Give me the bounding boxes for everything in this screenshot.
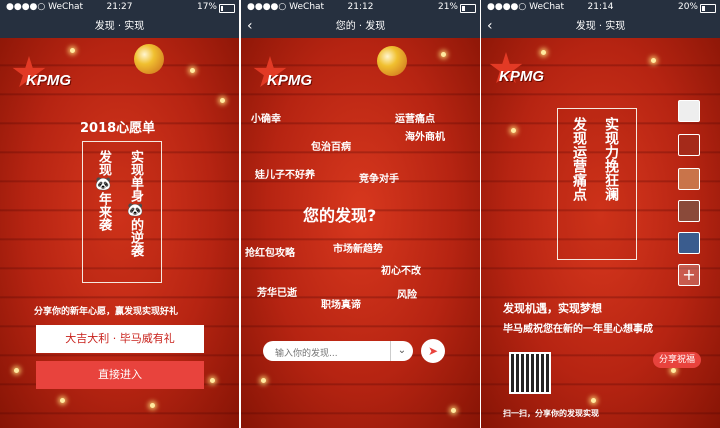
- light-icon: [70, 48, 75, 53]
- back-icon[interactable]: ‹: [487, 16, 493, 36]
- light-icon: [651, 58, 656, 63]
- phone-screen-result: ●●●●○ WeChat 21:14 20% ‹ 发现 · 实现 KPMG 实现…: [481, 0, 720, 428]
- nav-bar: 发现 · 实现: [0, 16, 239, 38]
- page-canvas: KPMG 2018心愿单 实现单身🐼的逆袭 发现🐼年来袭 分享你的新年心愿，赢发…: [0, 38, 239, 428]
- wish-input[interactable]: 大吉大利 · 毕马威有礼: [36, 325, 204, 353]
- battery-icon: [219, 4, 235, 13]
- battery-percent: 21%: [437, 2, 458, 12]
- greeting-line1: 发现机遇，实现梦想: [503, 302, 602, 315]
- enter-button[interactable]: 直接进入: [36, 361, 204, 389]
- phone-screen-discoveries: ●●●●○ WeChat 21:12 21% ‹ 您的 · 发现 KPMG 小确…: [241, 0, 480, 428]
- light-icon: [261, 378, 266, 383]
- ornament-icon: [377, 46, 407, 76]
- qr-caption: 扫一扫，分享你的发现实现: [503, 409, 599, 418]
- share-button[interactable]: 分享祝福: [653, 352, 701, 368]
- nav-bar: ‹ 您的 · 发现: [241, 16, 480, 38]
- page-title: 2018心愿单: [80, 121, 156, 136]
- thumbnail-item[interactable]: [678, 168, 700, 190]
- tag-item[interactable]: 海外商机: [405, 128, 445, 143]
- card-left-text: 发现🐼年来袭: [96, 150, 111, 231]
- chevron-down-icon[interactable]: ⌄: [390, 341, 413, 361]
- thumbnail-item[interactable]: [678, 200, 700, 222]
- battery-icon: [700, 4, 716, 13]
- thumbnail-item[interactable]: [678, 232, 700, 254]
- light-icon: [511, 128, 516, 133]
- nav-title: 您的 · 发现: [335, 21, 386, 32]
- tag-item[interactable]: 小确幸: [251, 110, 281, 125]
- kpmg-logo: KPMG: [267, 72, 312, 89]
- tag-item[interactable]: 初心不改: [381, 262, 421, 277]
- search-input[interactable]: [273, 348, 387, 360]
- tag-item[interactable]: 竞争对手: [359, 170, 399, 185]
- kpmg-logo: KPMG: [499, 68, 544, 85]
- nav-bar: ‹ 发现 · 实现: [481, 16, 720, 38]
- thumbnail-item[interactable]: [678, 134, 700, 156]
- status-bar: ●●●●○ WeChat 21:27 17%: [0, 0, 239, 16]
- battery-icon: [460, 4, 476, 13]
- share-hint: 分享你的新年心愿，赢发现实现好礼: [34, 307, 179, 317]
- light-icon: [210, 378, 215, 383]
- light-icon: [541, 50, 546, 55]
- greeting-line2: 毕马威祝您在新的一年里心想事成: [503, 324, 653, 335]
- phone-screen-wishlist: ●●●●○ WeChat 21:27 17% 发现 · 实现 KPMG 2018…: [0, 0, 239, 428]
- light-icon: [220, 98, 225, 103]
- page-canvas: KPMG 小确幸 运营痛点 包治百病 海外商机 娃儿子不好养 竞争对手 您的发现…: [241, 38, 480, 428]
- search-bar[interactable]: ⌄: [263, 341, 413, 361]
- send-icon[interactable]: ➤: [421, 339, 445, 363]
- light-icon: [591, 398, 596, 403]
- tag-item[interactable]: 包治百病: [311, 138, 351, 153]
- tag-item[interactable]: 抢红包攻略: [245, 244, 295, 259]
- status-bar: ●●●●○ WeChat 21:12 21%: [241, 0, 480, 16]
- light-icon: [671, 368, 676, 373]
- light-icon: [150, 403, 155, 408]
- kpmg-logo: KPMG: [26, 72, 71, 89]
- nav-title: 发现 · 实现: [94, 21, 145, 32]
- tag-item[interactable]: 运营痛点: [395, 110, 435, 125]
- status-bar: ●●●●○ WeChat 21:14 20%: [481, 0, 720, 16]
- tag-item[interactable]: 娃儿子不好养: [255, 166, 315, 181]
- page-canvas: KPMG 实现力挽狂澜 发现运营痛点 + 发现机遇，实现梦想 毕马威祝您在新的一…: [481, 38, 720, 428]
- light-icon: [14, 368, 19, 373]
- add-icon[interactable]: +: [678, 264, 700, 286]
- card-left-text: 发现运营痛点: [571, 117, 587, 201]
- back-icon[interactable]: ‹: [247, 16, 253, 36]
- qr-code: [509, 352, 551, 394]
- light-icon: [60, 398, 65, 403]
- ornament-icon: [134, 44, 164, 74]
- nav-title: 发现 · 实现: [575, 21, 626, 32]
- card-right-text: 实现力挽狂澜: [603, 117, 619, 201]
- battery-percent: 17%: [196, 2, 217, 12]
- result-card: 实现力挽狂澜 发现运营痛点: [557, 108, 637, 260]
- tag-item[interactable]: 芳华已逝: [257, 284, 297, 299]
- tag-item[interactable]: 职场真谛: [321, 296, 361, 311]
- tag-item[interactable]: 市场新趋势: [333, 240, 383, 255]
- light-icon: [451, 408, 456, 413]
- tag-headline: 您的发现?: [303, 206, 377, 225]
- wish-card: 实现单身🐼的逆袭 发现🐼年来袭: [82, 141, 162, 283]
- battery-percent: 20%: [677, 2, 698, 12]
- tag-item[interactable]: 风险: [397, 286, 417, 301]
- light-icon: [190, 68, 195, 73]
- card-right-text: 实现单身🐼的逆袭: [128, 150, 143, 257]
- light-icon: [441, 52, 446, 57]
- image-icon[interactable]: [678, 100, 700, 122]
